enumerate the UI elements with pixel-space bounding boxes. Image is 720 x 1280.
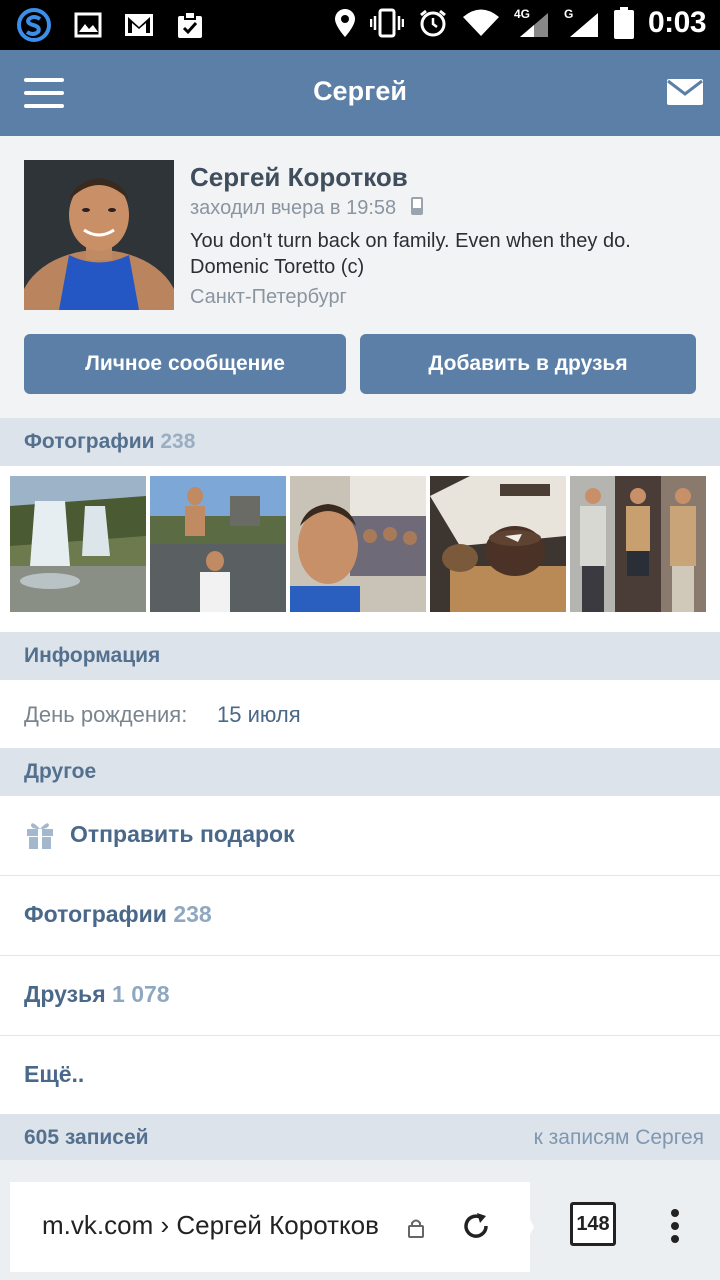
photo-thumbnail[interactable] bbox=[10, 476, 146, 612]
gmail-icon bbox=[125, 14, 153, 36]
profile-name: Сергей Коротков bbox=[190, 162, 408, 192]
add-friend-button[interactable]: Добавить в друзья bbox=[360, 334, 696, 394]
friends-row-count: 1 078 bbox=[112, 981, 170, 1007]
mail-icon[interactable] bbox=[666, 78, 704, 106]
message-button[interactable]: Личное сообщение bbox=[24, 334, 346, 394]
photos-row-label: Фотографии bbox=[24, 901, 167, 927]
alarm-icon bbox=[420, 9, 446, 37]
other-section-label: Другое bbox=[24, 760, 97, 783]
status-bar: 4G G 0:03 bbox=[0, 0, 720, 50]
signal-4g-icon: 4G bbox=[514, 7, 550, 39]
more-row[interactable]: Ещё.. bbox=[0, 1036, 720, 1116]
battery-icon bbox=[613, 7, 634, 39]
photo-thumbnail[interactable] bbox=[430, 476, 566, 612]
more-row-label: Ещё.. bbox=[24, 1061, 85, 1087]
gift-icon bbox=[27, 823, 53, 849]
address-bar[interactable]: m.vk.com › Сергей Коротков bbox=[10, 1182, 530, 1272]
friends-row[interactable]: Друзья 1 078 bbox=[0, 956, 720, 1036]
birthday-row: День рождения: 15 июля bbox=[0, 680, 720, 748]
wall-count: 605 записей bbox=[24, 1126, 149, 1149]
vibrate-icon bbox=[369, 8, 404, 38]
overflow-menu-icon[interactable] bbox=[668, 1208, 682, 1244]
image-icon bbox=[74, 12, 102, 38]
status-text: You don't turn back on family. Even when… bbox=[190, 230, 631, 278]
other-section-header: Другое bbox=[0, 748, 720, 796]
photos-section-count: 238 bbox=[160, 430, 196, 453]
info-section-header: Информация bbox=[0, 632, 720, 680]
clock: 0:03 bbox=[647, 6, 707, 39]
browser-toolbar: m.vk.com › Сергей Коротков 148 bbox=[0, 1160, 720, 1280]
signal-g-icon: G bbox=[564, 7, 600, 39]
last-seen: заходил вчера в 19:58 bbox=[190, 196, 424, 220]
tab-switcher-button[interactable]: 148 bbox=[570, 1202, 616, 1246]
address-bar-arrow bbox=[510, 1182, 534, 1272]
app-s-icon bbox=[17, 8, 51, 42]
url-text: m.vk.com › Сергей Коротков bbox=[42, 1210, 379, 1240]
photo-thumbnail[interactable] bbox=[290, 476, 426, 612]
photos-row[interactable]: Фотографии 238 bbox=[0, 876, 720, 956]
photo-thumbnail[interactable] bbox=[150, 476, 286, 612]
lock-icon bbox=[408, 1219, 424, 1238]
friends-row-label-wrap: Друзья 1 078 bbox=[24, 981, 170, 1008]
reload-icon[interactable] bbox=[462, 1212, 492, 1242]
clipboard-check-icon bbox=[178, 11, 202, 38]
send-gift-row[interactable]: Отправить подарок bbox=[0, 796, 720, 876]
wall-section-header: 605 записей к записям Сергея bbox=[0, 1114, 720, 1162]
top-app-bar: Сергей bbox=[0, 50, 720, 136]
profile-card: Сергей Коротков заходил вчера в 19:58 Yo… bbox=[0, 136, 720, 418]
location-icon bbox=[334, 9, 355, 37]
photos-section-label: Фотографии bbox=[24, 430, 155, 453]
last-seen-text: заходил вчера в 19:58 bbox=[190, 197, 397, 219]
info-section-label: Информация bbox=[24, 644, 161, 667]
mobile-icon bbox=[410, 197, 423, 215]
friends-row-label: Друзья bbox=[24, 981, 106, 1007]
avatar[interactable] bbox=[24, 160, 174, 310]
photo-strip bbox=[0, 466, 720, 632]
photos-row-count: 238 bbox=[173, 901, 212, 927]
photos-section-header[interactable]: Фотографии 238 bbox=[0, 418, 720, 466]
send-gift-label: Отправить подарок bbox=[70, 821, 295, 847]
page-title: Сергей bbox=[313, 76, 407, 106]
birthday-label: День рождения: bbox=[24, 702, 188, 727]
wifi-icon bbox=[462, 9, 499, 36]
city: Санкт-Петербург bbox=[190, 286, 347, 308]
wall-link[interactable]: к записям Сергея bbox=[534, 1114, 704, 1162]
photo-thumbnail[interactable] bbox=[570, 476, 706, 612]
photos-row-label-wrap: Фотографии 238 bbox=[24, 901, 212, 928]
birthday-value: 15 июля bbox=[217, 702, 301, 727]
